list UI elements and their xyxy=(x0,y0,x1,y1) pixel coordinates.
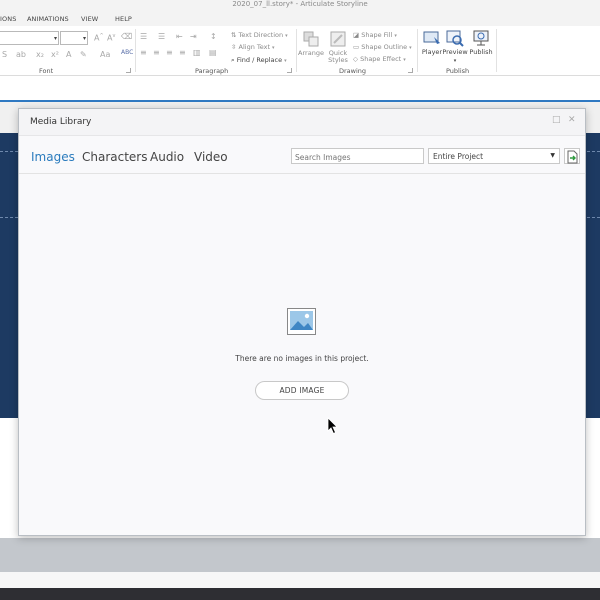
find-replace-button[interactable]: ⌕ Find / Replace ▾ xyxy=(231,56,287,65)
window-title-bar: 2020_07_ll.story* - Articulate Storyline xyxy=(0,0,600,12)
quick-styles-icon xyxy=(329,30,347,48)
drawing-group-label: Drawing xyxy=(339,67,367,75)
subscript-icon[interactable]: x₂ xyxy=(36,50,44,59)
align-text-menu[interactable]: ⇳ Align Text ▾ xyxy=(231,43,275,51)
outline-pen-icon: ▭ xyxy=(353,43,362,51)
tab-video[interactable]: Video xyxy=(194,150,228,164)
menu-tab-bar: IONS ANIMATIONS VIEW HELP xyxy=(0,12,600,26)
empty-state-message: There are no images in this project. xyxy=(235,354,369,363)
dialog-header-divider xyxy=(19,173,585,174)
tab-characters[interactable]: Characters xyxy=(82,150,148,164)
preview-icon xyxy=(446,29,464,47)
taskbar xyxy=(0,588,600,600)
player-icon xyxy=(423,29,441,47)
grow-font-icon[interactable]: A^ xyxy=(94,33,104,43)
align-right-icon[interactable]: ≡ xyxy=(166,48,173,57)
text-direction-icon: ⇅ xyxy=(231,31,239,39)
paint-bucket-icon: ◪ xyxy=(353,31,362,39)
close-icon[interactable]: ✕ xyxy=(568,115,576,125)
mouse-pointer-icon xyxy=(327,417,338,435)
timeline-panel xyxy=(0,538,600,572)
decrease-indent-icon[interactable]: ⇤ xyxy=(176,32,183,41)
search-input[interactable] xyxy=(291,148,424,164)
add-image-button[interactable]: ADD IMAGE xyxy=(255,381,349,400)
text-direction-menu[interactable]: ⇅ Text Direction ▾ xyxy=(231,31,288,39)
shape-fill-menu[interactable]: ◪ Shape Fill ▾ xyxy=(353,31,397,39)
scope-selected-value: Entire Project xyxy=(433,152,484,161)
ribbon-separator xyxy=(296,29,297,72)
menu-tab-animations[interactable]: ANIMATIONS xyxy=(27,15,69,23)
strikethrough-icon[interactable]: S xyxy=(2,50,7,59)
status-strip xyxy=(0,572,600,588)
menu-tab-help[interactable]: HELP xyxy=(115,15,132,23)
arrange-button[interactable]: Arrange xyxy=(298,30,324,57)
ribbon-separator xyxy=(417,29,418,72)
increase-indent-icon[interactable]: ⇥ xyxy=(190,32,197,41)
workspace-top xyxy=(0,77,600,102)
import-file-icon xyxy=(567,150,578,164)
dialog-title: Media Library xyxy=(30,117,92,127)
dialog-title-bar[interactable]: Media Library □ ✕ xyxy=(19,109,585,135)
align-text-icon: ⇳ xyxy=(231,43,239,51)
font-color-icon[interactable]: A xyxy=(66,50,71,59)
text-shadow-icon[interactable]: ab xyxy=(16,50,26,59)
image-placeholder-icon xyxy=(287,308,316,335)
dialog-divider xyxy=(19,135,585,136)
numbering-icon[interactable]: ☰ xyxy=(158,32,165,41)
font-size-select[interactable]: ▾ xyxy=(60,31,88,45)
align-center-icon[interactable]: ≡ xyxy=(153,48,160,57)
bullets-icon[interactable]: ☰ xyxy=(140,32,147,41)
menu-tab-view[interactable]: VIEW xyxy=(81,15,98,23)
shape-outline-menu[interactable]: ▭ Shape Outline ▾ xyxy=(353,43,412,51)
ribbon: ▾ ▾ A^ Av ⌫ S ab x₂ x² A ✎ Aa ABC Font ☰… xyxy=(0,26,600,76)
font-dialog-launcher[interactable] xyxy=(126,68,131,73)
import-media-button[interactable] xyxy=(564,148,580,164)
autofit-icon[interactable]: ▤ xyxy=(209,48,217,57)
shrink-font-icon[interactable]: Av xyxy=(107,33,115,43)
scope-select[interactable]: Entire Project ▼ xyxy=(428,148,560,164)
align-left-icon[interactable]: ≡ xyxy=(140,48,147,57)
arrange-icon xyxy=(302,30,320,48)
chevron-down-icon: ▾ xyxy=(82,35,86,42)
font-family-select[interactable]: ▾ xyxy=(0,31,59,45)
clear-format-icon[interactable]: ⌫ xyxy=(121,32,132,41)
ribbon-separator xyxy=(135,29,136,72)
tab-audio[interactable]: Audio xyxy=(150,150,184,164)
paragraph-dialog-launcher[interactable] xyxy=(287,68,292,73)
chevron-down-icon: ▾ xyxy=(53,35,57,42)
preview-button[interactable]: Preview ▾ xyxy=(442,29,468,65)
drawing-dialog-launcher[interactable] xyxy=(408,68,413,73)
character-spacing-icon[interactable]: Aa xyxy=(100,50,110,59)
columns-icon[interactable]: ▥ xyxy=(193,48,201,57)
media-library-dialog: Media Library □ ✕ Images Characters Audi… xyxy=(18,108,586,536)
tab-images[interactable]: Images xyxy=(31,150,75,164)
line-spacing-icon[interactable]: ↕ xyxy=(210,32,217,41)
chevron-down-icon: ▾ xyxy=(453,58,457,64)
ribbon-separator xyxy=(496,29,497,72)
highlight-icon[interactable]: ✎ xyxy=(80,50,87,59)
menu-tab-transitions[interactable]: IONS xyxy=(0,15,16,23)
chevron-down-icon: ▼ xyxy=(550,152,555,159)
spell-check-icon[interactable]: ABC xyxy=(121,49,133,56)
publish-icon xyxy=(472,29,490,47)
font-group-label: Font xyxy=(39,67,54,75)
justify-icon[interactable]: ≡ xyxy=(179,48,186,57)
maximize-icon[interactable]: □ xyxy=(552,115,561,125)
paragraph-group-label: Paragraph xyxy=(195,67,229,75)
publish-group-label: Publish xyxy=(446,67,470,75)
window-title: 2020_07_ll.story* - Articulate Storyline xyxy=(232,0,368,8)
superscript-icon[interactable]: x² xyxy=(51,50,59,59)
shape-effect-menu[interactable]: ◇ Shape Effect ▾ xyxy=(353,55,406,63)
publish-button[interactable]: Publish xyxy=(468,29,494,56)
quick-styles-button[interactable]: Quick Styles xyxy=(325,30,351,64)
